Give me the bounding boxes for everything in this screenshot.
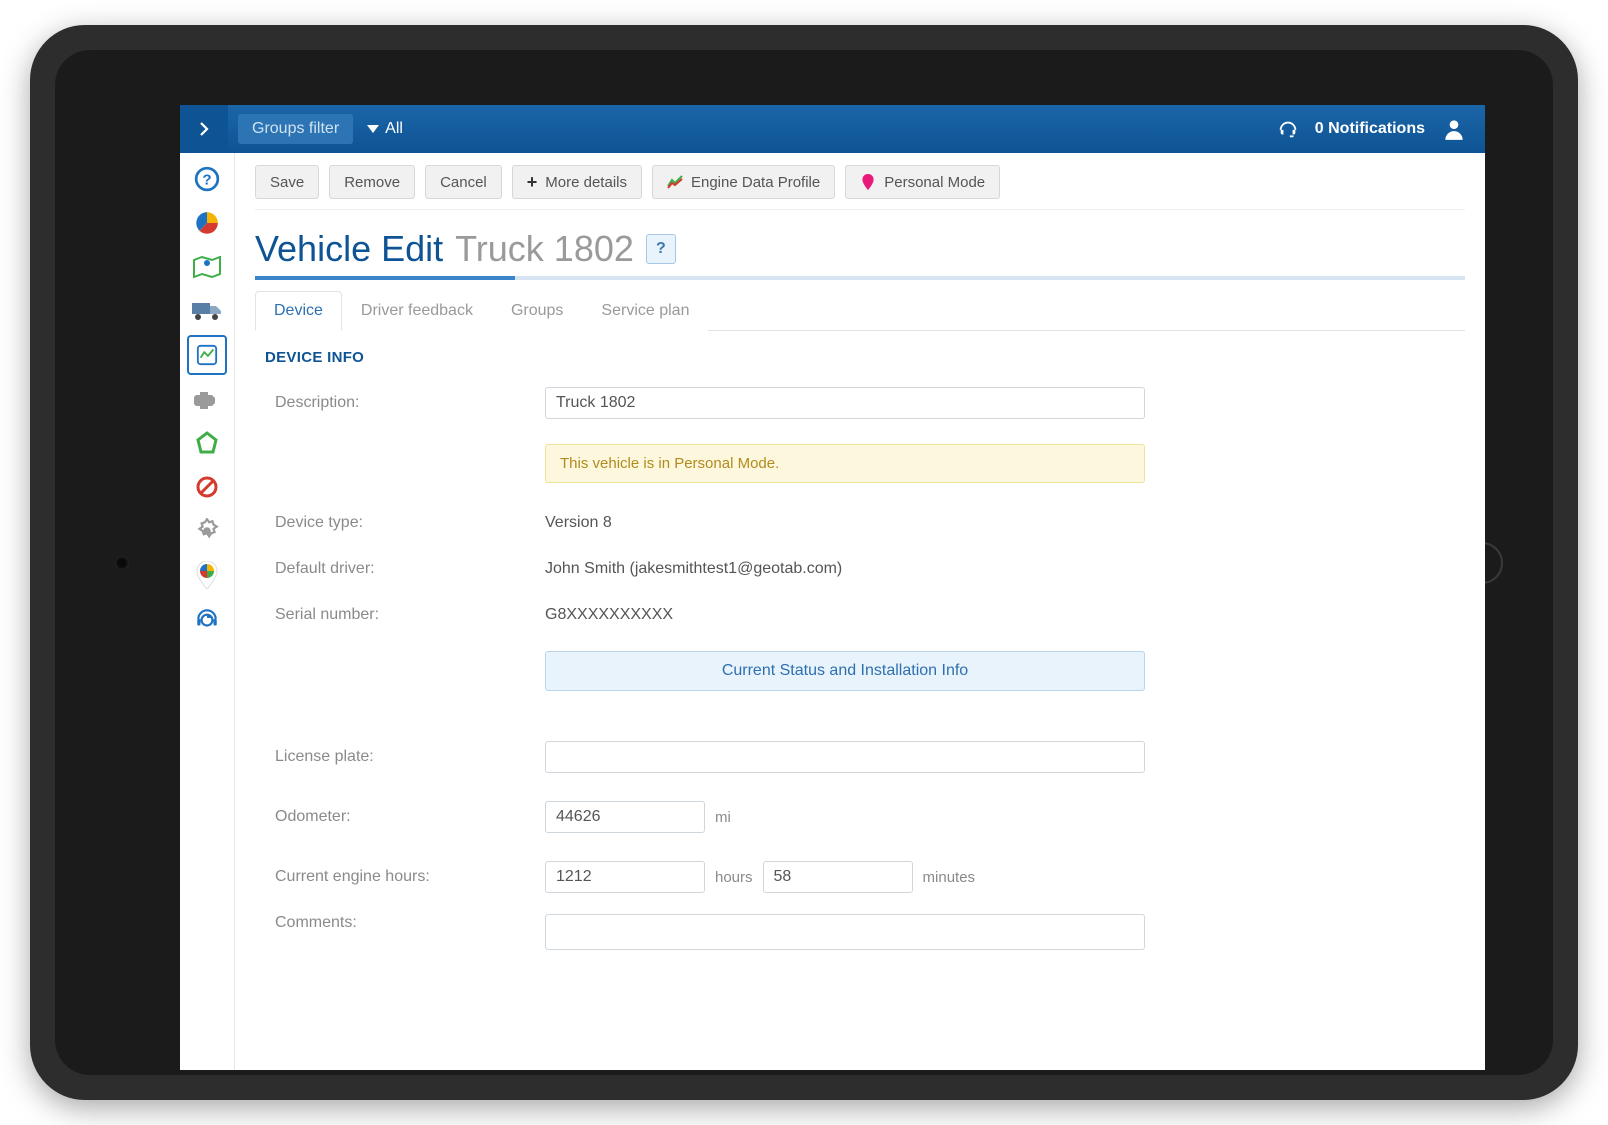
- label-serial-number: Serial number:: [275, 606, 545, 624]
- page-subtitle: Truck 1802: [455, 228, 634, 270]
- comments-input[interactable]: [545, 914, 1145, 950]
- section-device-info: DEVICE INFO: [255, 331, 1465, 380]
- engine-minutes-input[interactable]: [763, 861, 913, 893]
- personal-mode-notice: This vehicle is in Personal Mode.: [545, 444, 1145, 483]
- label-comments: Comments:: [275, 914, 545, 932]
- engine-icon: [193, 389, 221, 409]
- notifications-label[interactable]: 0 Notifications: [1315, 120, 1425, 138]
- gear-icon: [194, 518, 220, 544]
- status-install-button[interactable]: Current Status and Installation Info: [545, 651, 1145, 691]
- user-avatar-icon[interactable]: [1441, 116, 1467, 142]
- tabs: Device Driver feedback Groups Service pl…: [255, 290, 1465, 331]
- tab-device[interactable]: Device: [255, 291, 342, 331]
- value-default-driver: John Smith (jakesmithtest1@geotab.com): [545, 560, 842, 578]
- all-filter-dropdown[interactable]: All: [367, 120, 403, 138]
- activity-chart-icon: [196, 344, 218, 366]
- menu-toggle[interactable]: [180, 105, 228, 153]
- value-device-type: Version 8: [545, 514, 612, 532]
- nav-vehicles[interactable]: [187, 291, 227, 331]
- nav-support[interactable]: [187, 599, 227, 639]
- map-icon: [193, 256, 221, 278]
- label-description: Description:: [275, 394, 545, 412]
- personal-mode-button[interactable]: Personal Mode: [845, 165, 1000, 199]
- support-g-icon: [194, 606, 220, 632]
- truck-icon: [191, 301, 223, 321]
- pie-chart-icon: [194, 210, 220, 236]
- minutes-unit: minutes: [923, 869, 976, 886]
- nav-map[interactable]: [187, 247, 227, 287]
- save-button[interactable]: Save: [255, 165, 319, 199]
- nav-activity[interactable]: [187, 335, 227, 375]
- chevron-right-icon: [195, 120, 213, 138]
- left-nav: ?: [180, 153, 235, 1070]
- toolbar: Save Remove Cancel +More details Engine …: [255, 153, 1465, 210]
- odometer-unit: mi: [715, 809, 731, 826]
- nav-engine[interactable]: [187, 379, 227, 419]
- content-area: Save Remove Cancel +More details Engine …: [235, 153, 1485, 1070]
- nav-dashboard[interactable]: [187, 203, 227, 243]
- app-screen: Groups filter All 0 Notifications: [180, 105, 1485, 1070]
- device-info-form: Description: This vehicle is in Personal…: [255, 380, 1465, 960]
- tab-driver-feedback[interactable]: Driver feedback: [342, 291, 492, 331]
- svg-text:?: ?: [202, 171, 211, 188]
- hours-unit: hours: [715, 869, 753, 886]
- license-plate-input[interactable]: [545, 741, 1145, 773]
- title-underline: [255, 276, 1465, 280]
- caret-down-icon: [367, 125, 379, 133]
- top-bar: Groups filter All 0 Notifications: [180, 105, 1485, 153]
- remove-button[interactable]: Remove: [329, 165, 415, 199]
- nav-marketplace[interactable]: [187, 555, 227, 595]
- page-title: Vehicle Edit: [255, 228, 443, 270]
- engine-hours-input[interactable]: [545, 861, 705, 893]
- label-engine-hours: Current engine hours:: [275, 868, 545, 886]
- tab-service-plan[interactable]: Service plan: [582, 291, 708, 331]
- cancel-button[interactable]: Cancel: [425, 165, 502, 199]
- label-default-driver: Default driver:: [275, 560, 545, 578]
- page-help-button[interactable]: ?: [646, 234, 676, 264]
- support-headset-icon[interactable]: [1277, 118, 1299, 140]
- prohibited-icon: [195, 475, 219, 499]
- all-filter-label: All: [385, 120, 403, 138]
- more-details-button[interactable]: +More details: [512, 165, 642, 199]
- description-input[interactable]: [545, 387, 1145, 419]
- polygon-icon: [195, 431, 219, 455]
- value-serial-number: G8XXXXXXXXXX: [545, 606, 673, 624]
- tab-groups[interactable]: Groups: [492, 291, 582, 331]
- nav-admin[interactable]: [187, 511, 227, 551]
- plus-icon: +: [527, 173, 538, 191]
- help-icon: ?: [194, 166, 220, 192]
- label-odometer: Odometer:: [275, 808, 545, 826]
- page-title-row: Vehicle Edit Truck 1802 ?: [255, 210, 1465, 276]
- groups-filter-dropdown[interactable]: Groups filter: [238, 114, 353, 144]
- nav-zones[interactable]: [187, 423, 227, 463]
- line-chart-icon: [667, 174, 683, 190]
- color-pin-icon: [195, 561, 219, 589]
- nav-rules[interactable]: [187, 467, 227, 507]
- engine-data-profile-button[interactable]: Engine Data Profile: [652, 165, 835, 199]
- label-license-plate: License plate:: [275, 748, 545, 766]
- personal-mode-pin-icon: [860, 174, 876, 190]
- odometer-input[interactable]: [545, 801, 705, 833]
- label-device-type: Device type:: [275, 514, 545, 532]
- groups-filter-label: Groups filter: [252, 120, 339, 138]
- tablet-camera: [115, 556, 129, 570]
- nav-help[interactable]: ?: [187, 159, 227, 199]
